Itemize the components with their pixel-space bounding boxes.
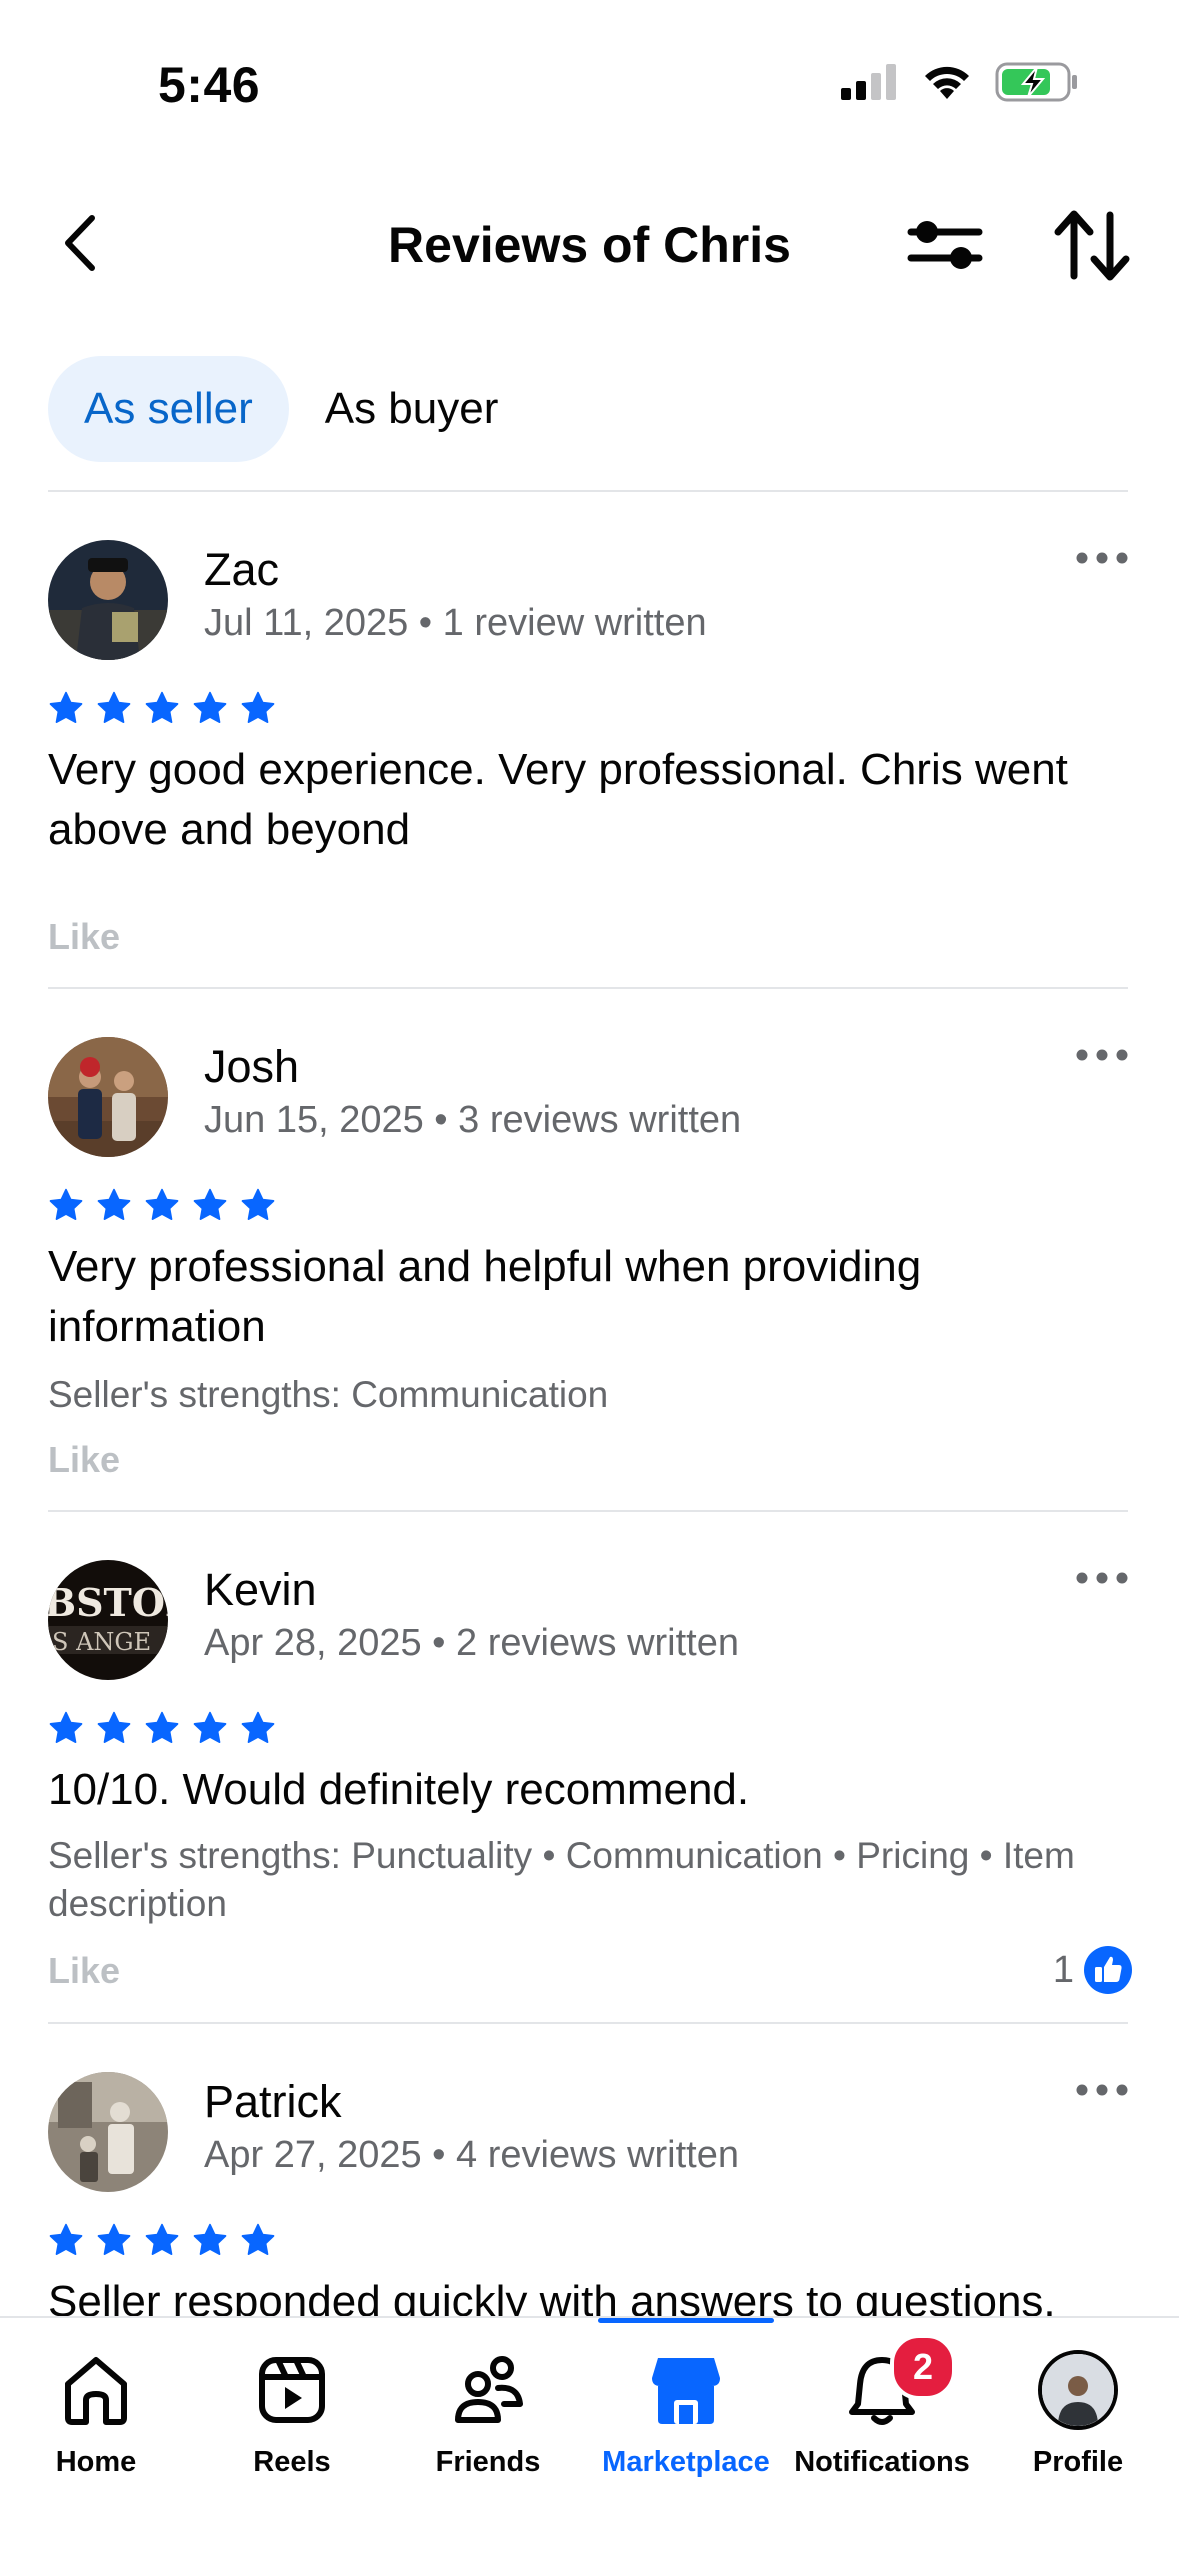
review-date: Jun 15, 2025 (204, 1099, 424, 1141)
cellular-signal-icon (841, 64, 896, 100)
review-date: Apr 28, 2025 (204, 1622, 422, 1664)
reviews-written-count: 2 reviews written (456, 1622, 740, 1664)
star-rating (48, 690, 276, 726)
reviewer-name[interactable]: Kevin (204, 1564, 317, 1616)
active-tab-indicator (598, 2318, 774, 2323)
review-meta: Apr 27, 2025 • 4 reviews written (204, 2134, 740, 2176)
thumbs-up-icon (1084, 1946, 1132, 1994)
avatar[interactable]: BSTON S ANGE (48, 1560, 168, 1680)
avatar[interactable] (48, 1037, 168, 1157)
like-count[interactable]: 1 (1053, 1946, 1132, 1994)
star-icon (49, 1711, 83, 1743)
review-text: Very good experience. Very professional.… (48, 745, 1068, 854)
status-time: 5:46 (158, 57, 261, 113)
star-icon (97, 2223, 131, 2255)
tab-label: Marketplace (602, 2446, 770, 2478)
star-icon (145, 1188, 179, 1220)
divider (48, 2022, 1128, 2024)
like-button[interactable]: Like (48, 916, 120, 958)
like-button[interactable]: Like (48, 1950, 120, 1992)
home-icon (65, 2357, 127, 2425)
star-icon (97, 691, 131, 723)
star-icon (145, 691, 179, 723)
reels-icon (259, 2357, 325, 2423)
tab-as-seller[interactable]: As seller (48, 356, 289, 462)
review-text: 10/10. Would definitely recommend. (48, 1765, 750, 1814)
review-meta: Jul 11, 2025 • 1 review written (204, 602, 707, 644)
marketplace-icon (652, 2358, 720, 2424)
review-date: Jul 11, 2025 (204, 602, 409, 644)
reviewer-name[interactable]: Josh (204, 1041, 299, 1093)
reviewer-name[interactable]: Zac (204, 544, 279, 596)
reviews-written-count: 4 reviews written (456, 2134, 740, 2176)
review-item: Patrick Apr 27, 2025 • 4 reviews written… (48, 2072, 1132, 2316)
more-options-icon[interactable] (1076, 2080, 1128, 2100)
seller-strengths: Seller's strengths: Punctuality • Commun… (48, 1835, 1075, 1924)
avatar[interactable] (48, 540, 168, 660)
seller-strengths: Seller's strengths: Communication (48, 1374, 609, 1415)
review-meta: Apr 28, 2025 • 2 reviews written (204, 1622, 740, 1664)
tab-label: Profile (1032, 2446, 1124, 2478)
tab-label: Friends (435, 2446, 541, 2478)
friends-icon (455, 2356, 523, 2423)
more-options-icon[interactable] (1076, 1045, 1128, 1065)
more-options-icon[interactable] (1076, 1568, 1128, 1588)
reviews-written-count: 3 reviews written (458, 1099, 742, 1141)
star-rating (48, 1710, 276, 1746)
review-item: Josh Jun 15, 2025 • 3 reviews written Ve… (48, 1037, 1132, 1507)
star-icon (145, 2223, 179, 2255)
star-icon (241, 2223, 275, 2255)
like-button[interactable]: Like (48, 1439, 120, 1481)
review-date: Apr 27, 2025 (204, 2134, 422, 2176)
review-text: Very professional and helpful when provi… (48, 1242, 922, 1351)
bottom-tab-bar: Home Reels Friends Marketplace 2 Notific… (0, 2316, 1179, 2558)
tab-label: Notifications (794, 2446, 970, 2478)
wifi-icon (925, 66, 969, 99)
star-icon (145, 1711, 179, 1743)
avatar[interactable] (48, 2072, 168, 2192)
star-icon (193, 1711, 227, 1743)
battery-charging-icon (995, 62, 1077, 102)
review-text: Seller responded quickly with answers to… (48, 2277, 1056, 2316)
svg-text:S ANGE: S ANGE (52, 1628, 151, 1656)
reviewer-name[interactable]: Patrick (204, 2076, 342, 2128)
review-item: BSTON S ANGE Kevin Apr 28, 2025 • 2 revi… (48, 1560, 1132, 2020)
star-icon (49, 691, 83, 723)
star-icon (193, 2223, 227, 2255)
star-icon (97, 1711, 131, 1743)
more-options-icon[interactable] (1076, 548, 1128, 568)
status-bar: 5:46 (0, 0, 1179, 150)
tab-as-buyer[interactable]: As buyer (289, 356, 535, 462)
star-icon (193, 691, 227, 723)
star-icon (97, 1188, 131, 1220)
page-title: Reviews of Chris (388, 217, 791, 273)
star-icon (193, 1188, 227, 1220)
header: Reviews of Chris (0, 180, 1179, 310)
divider (48, 490, 1128, 492)
star-rating (48, 2222, 276, 2258)
status-icons (841, 62, 1079, 102)
star-icon (241, 1711, 275, 1743)
reviews-written-count: 1 review written (442, 602, 707, 644)
review-meta: Jun 15, 2025 • 3 reviews written (204, 1099, 742, 1141)
star-icon (241, 691, 275, 723)
star-rating (48, 1187, 276, 1223)
avatar (1038, 2350, 1118, 2430)
tab-label: Reels (253, 2446, 331, 2478)
review-item: Zac Jul 11, 2025 • 1 review written Very… (48, 540, 1132, 980)
review-role-tabs: As seller As buyer (48, 356, 534, 462)
sort-icon[interactable] (1052, 208, 1132, 283)
divider (48, 987, 1128, 989)
filter-sliders-icon[interactable] (905, 210, 985, 280)
star-icon (241, 1188, 275, 1220)
like-count-value: 1 (1052, 1948, 1074, 1991)
divider (48, 1510, 1128, 1512)
tab-label: Home (55, 2446, 137, 2478)
notification-badge: 2 (890, 2334, 956, 2400)
svg-text:BSTON: BSTON (48, 1580, 168, 1625)
star-icon (49, 1188, 83, 1220)
star-icon (49, 2223, 83, 2255)
